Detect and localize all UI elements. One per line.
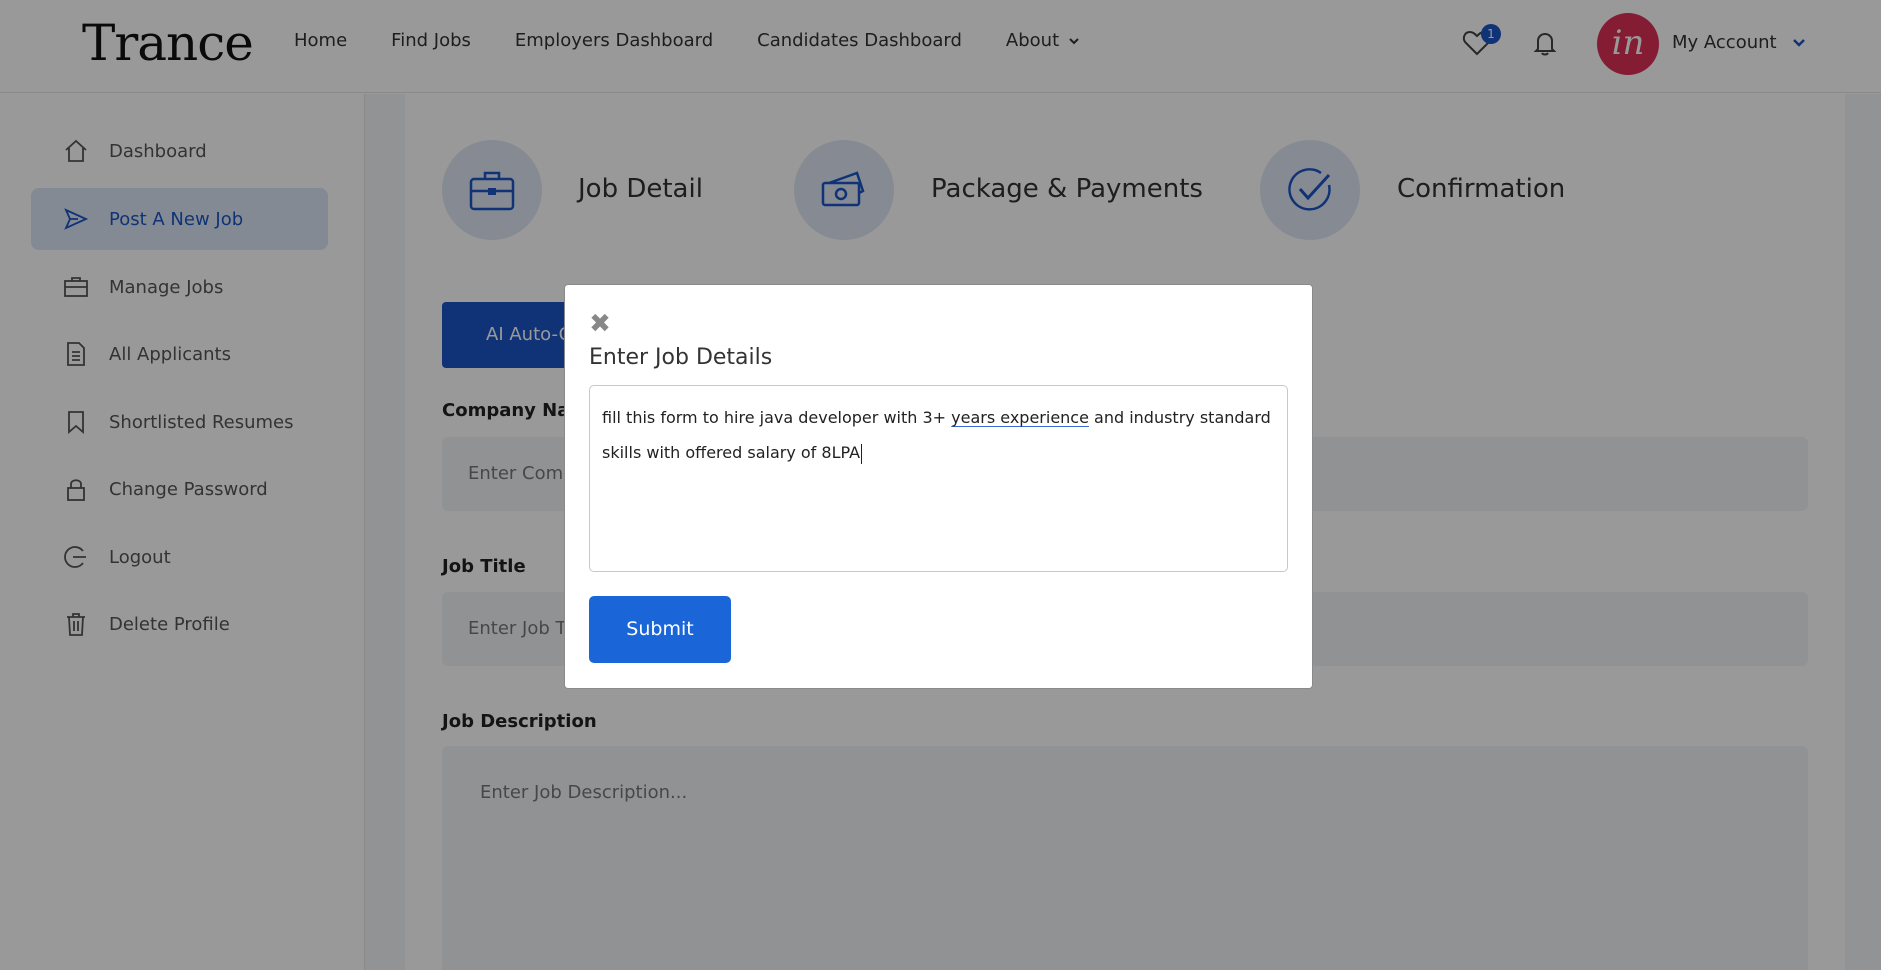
close-icon[interactable]: ✖ (589, 311, 611, 337)
submit-button[interactable]: Submit (589, 596, 731, 663)
job-details-modal: ✖ Enter Job Details fill this form to hi… (564, 284, 1313, 689)
modal-title: Enter Job Details (589, 345, 773, 370)
textarea-text-spellcheck: years experience (951, 408, 1089, 427)
text-caret (861, 443, 863, 464)
textarea-text-start: fill this form to hire java developer wi… (602, 408, 952, 427)
job-details-textarea[interactable]: fill this form to hire java developer wi… (589, 385, 1288, 572)
